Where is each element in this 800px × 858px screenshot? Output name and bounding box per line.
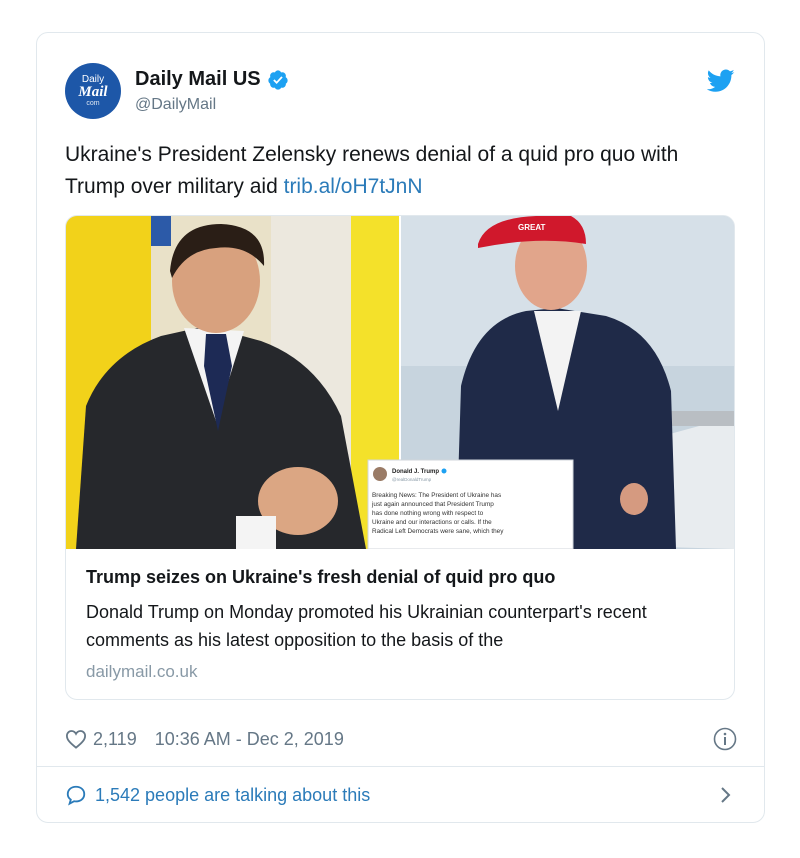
talking-about-link[interactable]: 1,542 people are talking about this (95, 785, 370, 806)
tweet-text: Ukraine's President Zelensky renews deni… (65, 139, 725, 203)
avatar[interactable]: Daily Mail com (65, 63, 121, 119)
tweet-header: Daily Mail com Daily Mail US @DailyMail (65, 63, 737, 123)
footer-divider (37, 766, 764, 767)
embedded-tweet-name: Donald J. Trump (392, 469, 439, 475)
embedded-tweet-line-4: Ukraine and our interactions or calls. I… (372, 519, 492, 526)
name-row: Daily Mail US (135, 68, 289, 91)
card-domain: dailymail.co.uk (86, 662, 198, 681)
card-photo-collage: GREAT Donald J. Trump @realDonaldTrump B… (66, 216, 734, 549)
embedded-tweet-handle: @realDonaldTrump (392, 477, 432, 482)
tweet-footer[interactable]: 1,542 people are talking about this (65, 781, 737, 809)
avatar-text-bottom: com (86, 100, 100, 107)
info-icon[interactable] (713, 727, 737, 751)
embedded-tweet-avatar (373, 467, 387, 481)
twitter-bird-icon[interactable] (707, 69, 735, 93)
embedded-tweet: Daily Mail com Daily Mail US @DailyMail … (36, 32, 765, 823)
card-title[interactable]: Trump seizes on Ukraine's fresh denial o… (86, 567, 555, 588)
link-card[interactable]: GREAT Donald J. Trump @realDonaldTrump B… (65, 215, 735, 700)
comment-bubble-icon (66, 785, 86, 806)
flag-blue-strip (151, 216, 171, 246)
embedded-tweet-line-3: has done nothing wrong with respect to (372, 510, 484, 517)
avatar-text-main: Mail (78, 84, 108, 100)
account-handle[interactable]: @DailyMail (135, 96, 216, 114)
embedded-tweet-line-2: just again announced that President Trum… (371, 501, 494, 508)
account-name[interactable]: Daily Mail US (135, 68, 261, 91)
like-count[interactable]: 2,119 (93, 729, 137, 750)
chevron-right-icon[interactable] (719, 785, 733, 805)
embedded-tweet-line-5: Radical Left Democrats were sane, which … (372, 528, 504, 535)
heart-icon[interactable] (65, 729, 87, 749)
tweet-timestamp[interactable]: 10:36 AM - Dec 2, 2019 (155, 729, 344, 750)
card-image[interactable]: GREAT Donald J. Trump @realDonaldTrump B… (66, 216, 734, 549)
figure-left-cuff (236, 516, 276, 549)
tweet-meta: 2,119 10:36 AM - Dec 2, 2019 (65, 727, 737, 751)
figure-right-hand (620, 483, 648, 515)
verified-badge-icon (267, 69, 288, 90)
card-description: Donald Trump on Monday promoted his Ukra… (86, 602, 647, 650)
embedded-verified-icon (441, 468, 447, 474)
tweet-link[interactable]: trib.al/oH7tJnN (284, 175, 423, 198)
hat-text: GREAT (518, 223, 546, 232)
embedded-tweet-line-1: Breaking News: The President of Ukraine … (372, 492, 501, 499)
